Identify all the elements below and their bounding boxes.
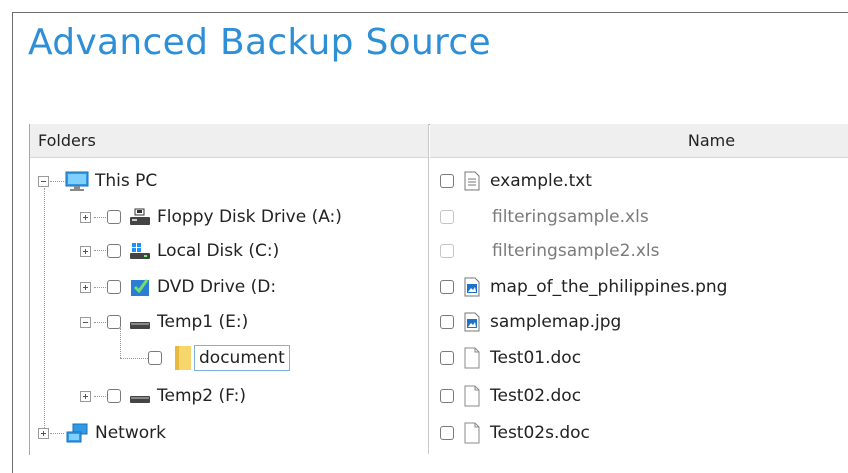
checkbox[interactable] [107,280,121,294]
checkbox[interactable] [440,280,454,294]
file-name: Test02.doc [490,386,582,406]
document-file-icon [464,385,480,407]
checkbox[interactable] [440,315,454,329]
system-disk-icon [129,242,151,260]
file-row[interactable]: samplemap.jpg [440,308,621,336]
checkbox[interactable] [107,315,121,329]
collapse-icon[interactable] [38,175,49,187]
tree-node-label: Local Disk (C:) [157,241,280,261]
file-row[interactable]: example.txt [440,167,592,195]
computer-icon [65,171,89,191]
expand-icon[interactable] [80,390,91,402]
floppy-drive-icon [129,208,151,226]
tree-node-floppy[interactable]: Floppy Disk Drive (A:) [80,203,342,231]
checkbox[interactable] [107,389,121,403]
checkbox[interactable] [440,389,454,403]
tree-node-label: Network [95,423,166,443]
tree-node-label: Floppy Disk Drive (A:) [157,207,342,227]
dialog-title: Advanced Backup Source [28,22,491,63]
image-file-icon [464,312,480,332]
column-divider[interactable] [428,124,429,454]
dvd-drive-icon [129,277,151,297]
checkbox[interactable] [440,210,454,224]
tree-node-label: document [194,345,290,371]
checkbox[interactable] [440,174,454,188]
folder-icon [172,344,192,372]
tree-node-temp1[interactable]: Temp1 (E:) [80,308,248,336]
checkbox[interactable] [440,426,454,440]
tree-node-document[interactable]: document [148,344,290,372]
tree-node-network[interactable]: Network [38,419,166,447]
tree-line [44,188,45,434]
file-name: Test02s.doc [490,423,590,443]
tree-node-this-pc[interactable]: This PC [38,167,157,195]
file-row: filteringsample.xls [440,203,649,231]
checkbox[interactable] [440,351,454,365]
file-name: filteringsample.xls [492,207,649,227]
expand-icon[interactable] [80,211,91,223]
tree-node-temp2[interactable]: Temp2 (F:) [80,382,246,410]
tree-node-local-disk[interactable]: Local Disk (C:) [80,237,279,265]
checkbox[interactable] [107,210,121,224]
tree-node-label: DVD Drive (D:) CCCOM [157,277,275,297]
expand-icon[interactable] [80,245,91,257]
checkbox[interactable] [440,244,454,258]
file-name: map_of_the_philippines.png [490,277,728,297]
expand-icon[interactable] [38,427,49,439]
drive-icon [129,313,151,331]
file-name: Test01.doc [490,348,582,368]
file-name: example.txt [490,171,592,191]
file-row: filteringsample2.xls [440,237,660,265]
checkbox[interactable] [107,244,121,258]
tree-node-label: Temp1 (E:) [157,312,249,332]
checkbox[interactable] [148,351,162,365]
file-row[interactable]: Test02.doc [440,382,581,410]
tree-node-label: This PC [95,171,158,191]
image-file-icon [464,277,480,297]
tree-line [120,358,148,359]
network-icon [65,422,89,444]
expand-icon[interactable] [80,281,91,293]
file-row[interactable]: Test02s.doc [440,419,590,447]
collapse-icon[interactable] [80,316,91,328]
folders-column-header[interactable]: Folders [30,124,428,158]
drive-icon [129,387,151,405]
tree-node-dvd-drive[interactable]: DVD Drive (D:) CCCOM [80,273,275,301]
file-row[interactable]: map_of_the_philippines.png [440,273,727,301]
name-column-header[interactable]: Name [430,124,848,158]
file-name: samplemap.jpg [490,312,622,332]
text-file-icon [464,171,480,191]
tree-node-label: Temp2 (F:) [157,386,246,406]
document-file-icon [464,347,480,369]
document-file-icon [464,422,480,444]
file-row[interactable]: Test01.doc [440,344,581,372]
file-name: filteringsample2.xls [492,241,660,261]
